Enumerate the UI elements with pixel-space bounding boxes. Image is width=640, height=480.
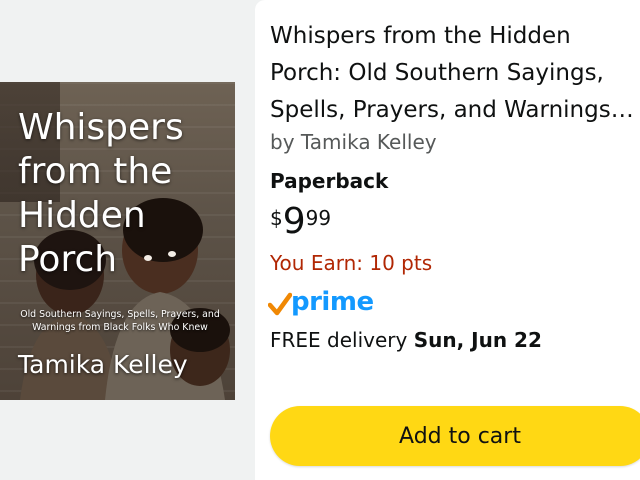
- delivery-info: FREE delivery Sun, Jun 22: [270, 328, 542, 352]
- price-fraction: 99: [305, 206, 332, 230]
- cover-title-line: Hidden: [18, 195, 146, 236]
- cover-title-line: from the: [18, 151, 173, 192]
- product-title-line: Whispers from the Hidden: [270, 23, 571, 49]
- book-cover-image[interactable]: Whispers from the Hidden Porch Old South…: [0, 82, 235, 400]
- price-whole: 9: [282, 201, 306, 242]
- product-title[interactable]: Whispers from the Hidden Porch: Old Sout…: [270, 18, 640, 129]
- prime-check-icon: [268, 292, 292, 316]
- author-byline[interactable]: by Tamika Kelley: [270, 130, 437, 154]
- format-label: Paperback: [270, 169, 389, 193]
- product-title-line: Spells, Prayers, and Warnings…: [270, 97, 634, 123]
- cover-title-line: Porch: [18, 239, 118, 280]
- prime-badge: prime: [268, 283, 374, 317]
- cover-title: Whispers from the Hidden Porch: [18, 106, 228, 282]
- price: $999: [270, 200, 331, 244]
- earn-points: You Earn: 10 pts: [270, 251, 433, 275]
- add-to-cart-button[interactable]: Add to cart: [270, 406, 640, 466]
- cover-subtitle: Old Southern Sayings, Spells, Prayers, a…: [20, 309, 220, 333]
- product-detail-card: Whispers from the Hidden Porch: Old Sout…: [255, 0, 640, 480]
- product-title-line: Porch: Old Southern Sayings,: [270, 60, 604, 86]
- price-symbol: $: [270, 206, 283, 230]
- delivery-prefix: FREE delivery: [270, 328, 414, 352]
- delivery-date: Sun, Jun 22: [413, 328, 542, 352]
- cover-title-line: Whispers: [18, 107, 184, 148]
- prime-wordmark: prime: [291, 287, 374, 317]
- cover-author: Tamika Kelley: [18, 350, 188, 379]
